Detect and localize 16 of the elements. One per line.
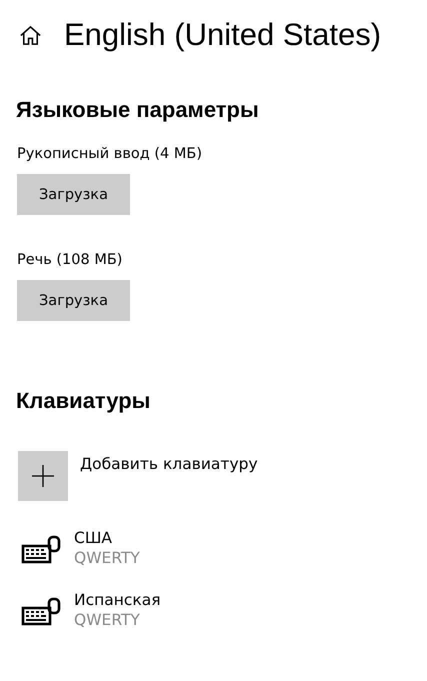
- download-button[interactable]: Загрузка: [17, 280, 130, 321]
- option-label: Рукописный ввод (4 МБ): [17, 146, 202, 162]
- section-heading: Клавиатуры: [16, 388, 152, 414]
- keyboard-name[interactable]: США: [74, 529, 140, 547]
- download-button[interactable]: Загрузка: [17, 174, 130, 215]
- keyboard-name[interactable]: Испанская: [74, 591, 161, 609]
- keyboard-layout: QWERTY: [74, 549, 140, 567]
- option-label: Речь (108 МБ): [17, 252, 122, 268]
- keyboard-icon: [20, 534, 62, 566]
- keyboard-icon: [20, 596, 62, 628]
- add-keyboard-label[interactable]: Добавить клавиатуру: [80, 455, 258, 473]
- section-heading: Языковые параметры: [16, 97, 260, 123]
- home-icon[interactable]: [19, 24, 42, 46]
- keyboard-layout: QWERTY: [74, 611, 141, 629]
- page-title: English (United States): [64, 17, 382, 53]
- plus-icon: [32, 465, 54, 487]
